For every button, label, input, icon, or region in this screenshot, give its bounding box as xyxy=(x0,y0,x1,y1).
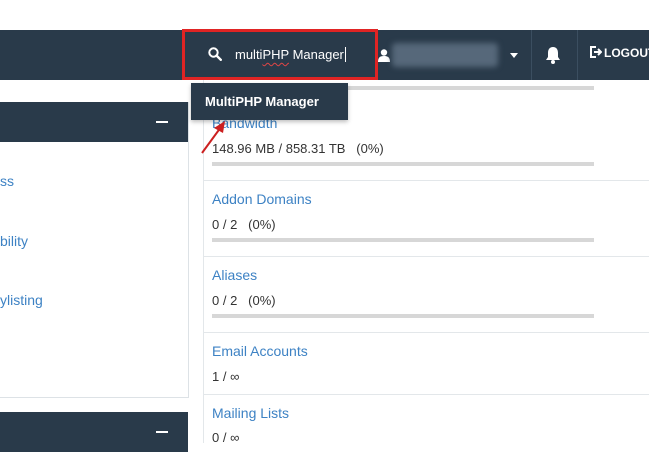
progress-bar-bandwidth xyxy=(212,162,594,166)
stat-value-addon-domains: 0 / 2 (0%) xyxy=(212,217,276,232)
chevron-down-icon[interactable] xyxy=(510,53,518,58)
top-white-strip xyxy=(0,0,649,30)
left-panel-header xyxy=(0,102,188,142)
stat-title-mailing-lists[interactable]: Mailing Lists xyxy=(212,405,289,421)
row-divider xyxy=(203,332,649,333)
left-panel xyxy=(0,102,189,398)
navbar-divider xyxy=(577,30,578,80)
sidebar-item[interactable]: bility xyxy=(0,233,28,249)
collapse-icon[interactable] xyxy=(156,121,168,123)
left-panel-header-2 xyxy=(0,412,188,452)
stat-value-aliases: 0 / 2 (0%) xyxy=(212,293,276,308)
row-divider xyxy=(203,180,649,181)
logout-label: LOGOUT xyxy=(604,46,649,60)
username-redacted xyxy=(392,43,498,67)
logout-icon xyxy=(590,46,602,58)
stat-title-aliases[interactable]: Aliases xyxy=(212,267,257,283)
search-suggestion-dropdown[interactable]: MultiPHP Manager xyxy=(191,83,348,120)
suggestion-multiphp-manager[interactable]: MultiPHP Manager xyxy=(205,94,319,109)
sidebar-item[interactable]: ss xyxy=(0,173,14,189)
user-icon xyxy=(378,49,390,62)
row-divider xyxy=(203,394,649,395)
user-menu[interactable] xyxy=(378,30,526,80)
stat-title-email-accounts[interactable]: Email Accounts xyxy=(212,343,308,359)
bell-icon[interactable] xyxy=(545,46,561,64)
stat-title-addon-domains[interactable]: Addon Domains xyxy=(212,191,312,207)
sidebar-item[interactable]: ylisting xyxy=(0,292,43,308)
row-divider xyxy=(203,256,649,257)
progress-bar-addon-domains xyxy=(212,238,594,242)
progress-bar-aliases xyxy=(212,314,594,318)
collapse-icon[interactable] xyxy=(156,431,168,433)
stat-value-email-accounts: 1 / ∞ xyxy=(212,369,240,384)
logout-button[interactable]: LOGOUT xyxy=(590,46,649,64)
annotation-arrow-icon xyxy=(201,121,225,154)
search-highlight-annotation xyxy=(182,29,378,80)
navbar-divider xyxy=(531,30,532,80)
